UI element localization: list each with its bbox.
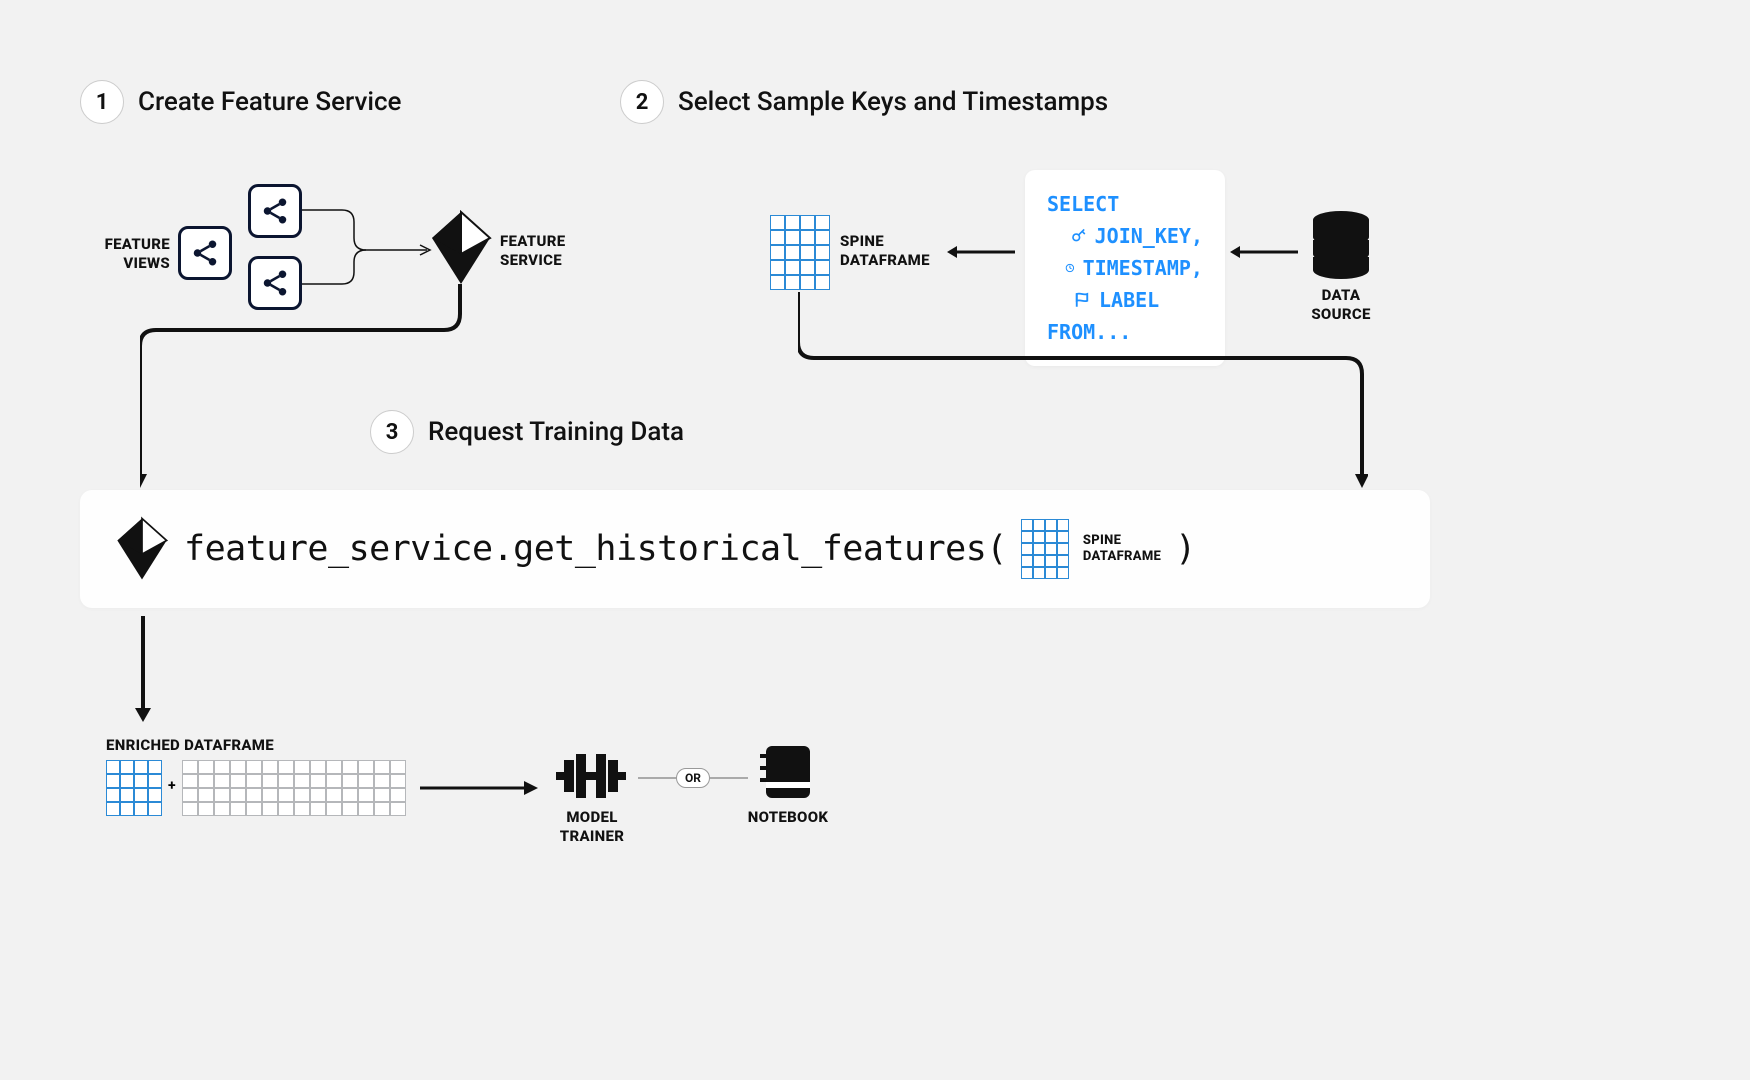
blue-grid-icon [106, 760, 162, 816]
plus-symbol: + [168, 778, 176, 794]
share-icon [260, 196, 290, 226]
sql-timestamp: TIMESTAMP, [1083, 252, 1203, 284]
spine-dataframe-grid-icon [1021, 519, 1069, 579]
arrow-left-icon [1228, 245, 1298, 259]
database-icon [1310, 210, 1372, 280]
or-pill: OR [676, 768, 710, 788]
step1-header: 1 Create Feature Service [80, 80, 401, 124]
spine-dataframe-inline-label: SPINE DATAFRAME [1083, 533, 1161, 566]
step1-title: Create Feature Service [138, 87, 401, 117]
feature-service-icon [428, 210, 494, 286]
notebook-label: NOTEBOOK [742, 808, 834, 827]
step2-header: 2 Select Sample Keys and Timestamps [620, 80, 1108, 124]
or-divider: OR [638, 768, 748, 788]
spine-dataframe-grid-icon [770, 215, 830, 290]
arrow-left-icon [945, 245, 1015, 259]
arrow-down-icon [133, 616, 153, 726]
key-icon [1071, 227, 1087, 245]
feature-view-tile [248, 184, 302, 238]
code-text: feature_service.get_historical_features( [184, 529, 1007, 569]
feature-views-label: FEATURE VIEWS [80, 235, 170, 273]
share-icon [190, 238, 220, 268]
feature-service-icon [114, 516, 170, 582]
feature-service-label: FEATURE SERVICE [500, 232, 565, 270]
notebook-icon [758, 742, 814, 802]
clock-icon [1065, 259, 1075, 277]
model-trainer-label: MODEL TRAINER [552, 808, 632, 846]
feature-view-tile [178, 226, 232, 280]
step1-badge: 1 [80, 80, 124, 124]
step2-title: Select Sample Keys and Timestamps [678, 87, 1108, 117]
gray-grid-icon [182, 760, 406, 816]
arrow-right-icon [420, 781, 540, 795]
code-close: ) [1175, 529, 1196, 569]
step2-badge: 2 [620, 80, 664, 124]
connector [798, 292, 1368, 492]
sql-select: SELECT [1047, 188, 1119, 220]
code-call-box: feature_service.get_historical_features(… [80, 490, 1430, 608]
connector [140, 284, 480, 494]
dumbbell-icon [556, 750, 626, 802]
step2-num: 2 [636, 90, 649, 115]
enriched-dataframe-label: ENRICHED DATAFRAME [106, 736, 274, 755]
step1-num: 1 [96, 90, 109, 115]
sql-joinkey: JOIN_KEY, [1095, 220, 1203, 252]
spine-dataframe-label: SPINE DATAFRAME [840, 232, 930, 270]
